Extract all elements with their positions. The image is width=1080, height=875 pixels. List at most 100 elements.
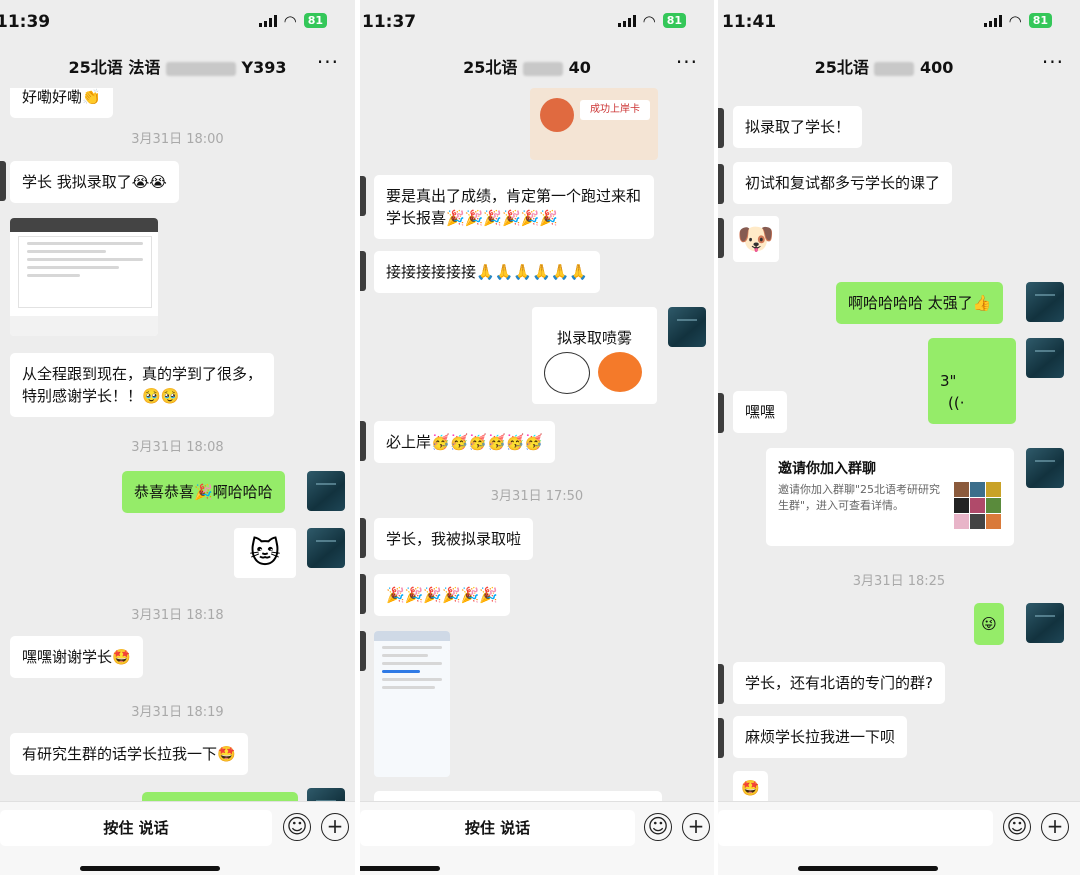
status-bar: 11:41 ◠ 81 bbox=[718, 0, 1080, 45]
message-bubble[interactable]: 🤩 bbox=[733, 771, 768, 802]
message-bubble[interactable]: 有研究生群的话学长拉我一下🤩 bbox=[10, 733, 248, 775]
my-avatar[interactable] bbox=[1026, 448, 1064, 488]
hold-to-talk-button[interactable]: 按住 说话 bbox=[0, 810, 272, 846]
message-bubble[interactable]: 嘿嘿谢谢学长🤩 bbox=[10, 636, 143, 678]
sticker-character bbox=[598, 352, 642, 392]
message-bubble[interactable]: 学长 我拟录取了😭😭 bbox=[10, 161, 179, 203]
message-input[interactable] bbox=[718, 810, 993, 846]
message-bubble[interactable]: 学长，还有北语的专门的群? bbox=[733, 662, 945, 704]
my-avatar[interactable] bbox=[668, 307, 706, 347]
more-options-icon[interactable]: ··· bbox=[317, 50, 339, 74]
emoji-icon[interactable]: ☺ bbox=[644, 813, 672, 841]
contact-avatar[interactable] bbox=[718, 108, 724, 148]
voice-message[interactable]: 3" ((· bbox=[928, 338, 1016, 424]
message-bubble[interactable]: 必上岸🥳🥳🥳🥳🥳🥳 bbox=[374, 421, 556, 463]
timestamp: 3月31日 18:18 bbox=[131, 608, 224, 623]
input-bar: ☺ + bbox=[718, 801, 1080, 875]
sticker-character bbox=[544, 352, 590, 394]
my-sticker-bubble[interactable]: 😜 bbox=[974, 603, 1004, 645]
image-message[interactable] bbox=[10, 218, 158, 336]
message-bubble[interactable]: 🎉🎉🎉🎉🎉🎉 bbox=[374, 574, 511, 616]
contact-avatar[interactable] bbox=[0, 161, 6, 201]
group-invite-card[interactable]: 邀请你加入群聊 邀请你加入群聊"25北语考研研究生群"，进入可查看详情。 bbox=[766, 448, 1014, 546]
clock: 11:37 bbox=[362, 12, 417, 32]
add-icon[interactable]: + bbox=[682, 813, 710, 841]
timestamp: 3月31日 18:19 bbox=[131, 705, 224, 720]
battery-indicator: 81 bbox=[303, 13, 327, 28]
contact-avatar[interactable] bbox=[718, 393, 724, 433]
timestamp: 3月31日 18:25 bbox=[852, 574, 946, 589]
message-bubble[interactable]: 学长，我被拟录取啦 bbox=[374, 518, 534, 560]
timestamp: 3月31日 18:08 bbox=[131, 440, 224, 455]
redacted-text bbox=[874, 61, 915, 76]
status-bar: 11:37 ◠ 81 bbox=[360, 0, 714, 45]
add-icon[interactable]: + bbox=[321, 813, 349, 841]
battery-indicator: 81 bbox=[1028, 13, 1052, 28]
my-message-bubble[interactable]: 恭喜恭喜🎉啊哈哈哈 bbox=[122, 471, 285, 513]
message-bubble[interactable]: 要是真出了成绩，肯定第一个跑过来和学长报喜🎉🎉🎉🎉🎉🎉 bbox=[374, 175, 654, 239]
message-bubble[interactable]: 嘿嘿 bbox=[733, 391, 788, 433]
clock: 11:41 bbox=[722, 12, 777, 32]
redacted-text bbox=[165, 61, 236, 76]
my-avatar[interactable] bbox=[307, 528, 345, 568]
contact-avatar[interactable] bbox=[360, 176, 366, 216]
image-message[interactable]: 成功上岸卡 bbox=[530, 88, 658, 160]
signal-icon bbox=[617, 14, 636, 27]
contact-avatar[interactable] bbox=[360, 574, 366, 614]
more-options-icon[interactable]: ··· bbox=[1042, 50, 1064, 74]
add-icon[interactable]: + bbox=[1041, 813, 1069, 841]
group-avatar-grid bbox=[954, 482, 1002, 530]
chat-header: 25北语 40 ··· bbox=[360, 46, 714, 88]
contact-avatar[interactable] bbox=[718, 164, 724, 204]
sticker-message[interactable]: 拟录取喷雾 bbox=[532, 307, 657, 404]
contact-avatar[interactable] bbox=[360, 518, 366, 558]
home-indicator bbox=[798, 866, 938, 871]
wifi-icon: ◠ bbox=[1008, 11, 1022, 30]
input-bar: 按住 说话 ☺ + bbox=[360, 801, 714, 875]
message-list[interactable]: 成功上岸卡 要是真出了成绩，肯定第一个跑过来和学长报喜🎉🎉🎉🎉🎉🎉 接接接接接接… bbox=[360, 88, 714, 802]
sticker-message[interactable]: 🐶 bbox=[733, 216, 779, 262]
my-avatar[interactable] bbox=[307, 471, 345, 511]
contact-avatar[interactable] bbox=[360, 421, 366, 461]
message-list[interactable]: 拟录取了学长！ 初试和复试都多亏学长的课了 🐶 啊哈哈哈哈 太强了👍 3" ((… bbox=[718, 88, 1080, 802]
chat-header: 25北语 法语 Y393 ··· bbox=[0, 46, 355, 88]
emoji-icon[interactable]: ☺ bbox=[1003, 813, 1031, 841]
image-message[interactable] bbox=[374, 631, 450, 777]
chat-screen-1: 11:39 ◠ 81 25北语 法语 Y393 ··· 好嘞好嘞👏 3月31日 … bbox=[0, 0, 355, 875]
message-bubble[interactable]: 拟录取了学长！ bbox=[733, 106, 863, 148]
chat-screen-3: 11:41 ◠ 81 25北语 400 ··· 拟录取了学长！ 初试和复试都多亏… bbox=[718, 0, 1080, 875]
status-bar: 11:39 ◠ 81 bbox=[0, 0, 355, 45]
message-bubble[interactable]: 好嘞好嘞👏 bbox=[10, 88, 113, 118]
voice-wave-icon: ((· bbox=[948, 394, 965, 412]
message-bubble[interactable]: 初试和复试都多亏学长的课了 bbox=[733, 162, 953, 204]
my-avatar[interactable] bbox=[1026, 338, 1064, 378]
input-bar: 按住 说话 ☺ + bbox=[0, 801, 355, 875]
emoji-icon[interactable]: ☺ bbox=[283, 813, 311, 841]
redacted-text bbox=[523, 61, 563, 76]
message-bubble[interactable]: 接接接接接接🙏🙏🙏🙏🙏🙏 bbox=[374, 251, 601, 293]
chat-title[interactable]: 25北语 40 bbox=[360, 54, 714, 78]
my-message-bubble[interactable]: 啊哈哈哈哈 太强了👍 bbox=[836, 282, 1004, 324]
wifi-icon: ◠ bbox=[642, 11, 656, 30]
my-avatar[interactable] bbox=[307, 788, 345, 802]
sticker-message[interactable]: 🐱 bbox=[234, 528, 296, 578]
message-list[interactable]: 好嘞好嘞👏 3月31日 18:00 学长 我拟录取了😭😭 从全程跟到现在，真的学… bbox=[0, 88, 355, 802]
chat-title[interactable]: 25北语 400 bbox=[718, 54, 1080, 78]
timestamp: 3月31日 17:50 bbox=[490, 489, 584, 504]
contact-avatar[interactable] bbox=[360, 631, 366, 671]
contact-avatar[interactable] bbox=[718, 664, 724, 704]
contact-avatar[interactable] bbox=[718, 718, 724, 758]
my-avatar[interactable] bbox=[1026, 603, 1064, 643]
message-bubble[interactable]: 从全程跟到现在，真的学到了很多，特别感谢学长！！🥹🥹 bbox=[10, 353, 274, 417]
chat-header: 25北语 400 ··· bbox=[718, 46, 1080, 88]
home-indicator bbox=[360, 866, 440, 871]
my-avatar[interactable] bbox=[1026, 282, 1064, 322]
signal-icon bbox=[258, 14, 277, 27]
contact-avatar[interactable] bbox=[718, 218, 724, 258]
clock: 11:39 bbox=[0, 12, 51, 32]
message-bubble[interactable]: 麻烦学长拉我进一下呗 bbox=[733, 716, 908, 758]
more-options-icon[interactable]: ··· bbox=[676, 50, 698, 74]
hold-to-talk-button[interactable]: 按住 说话 bbox=[360, 810, 635, 846]
contact-avatar[interactable] bbox=[360, 251, 366, 291]
chat-title[interactable]: 25北语 法语 Y393 bbox=[0, 54, 355, 78]
